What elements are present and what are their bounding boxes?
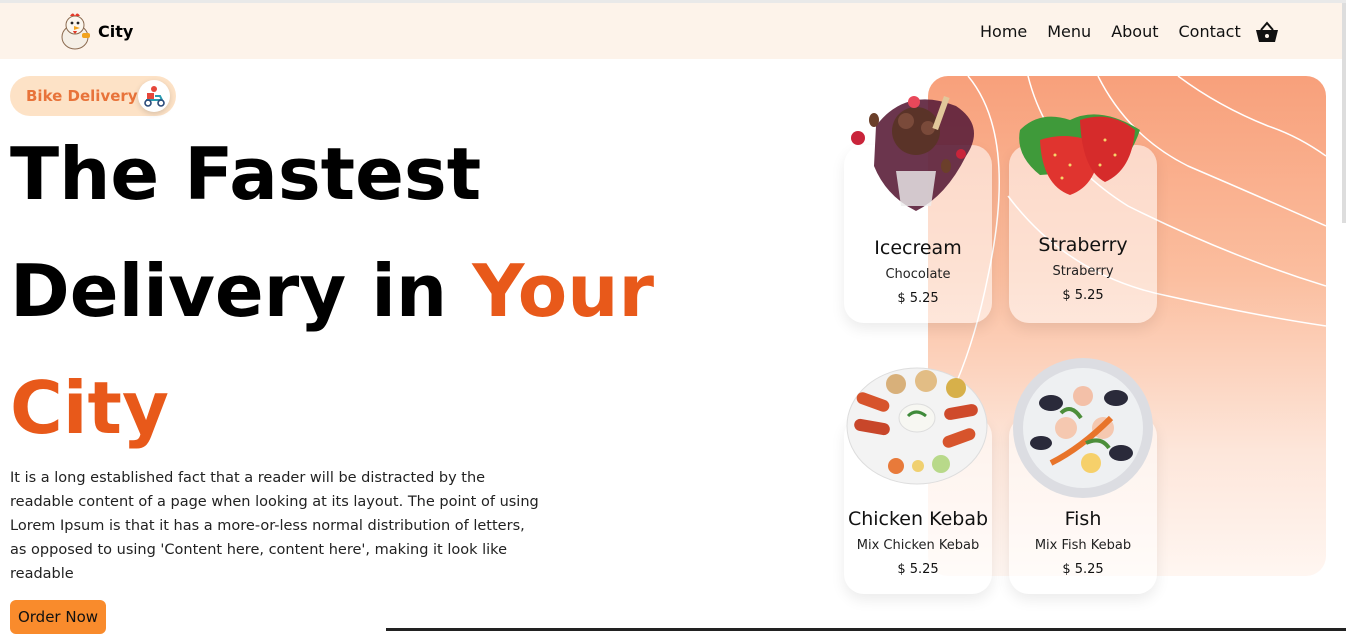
nav-about-link[interactable]: About [1111, 22, 1158, 41]
icecream-image [851, 95, 974, 211]
main-nav: Home Menu About Contact [980, 22, 1261, 41]
product-subtitle: Mix Fish Kebab [1034, 538, 1132, 553]
hero-description: It is a long established fact that a rea… [10, 470, 539, 582]
bike-delivery-badge: Bike Delivery [10, 76, 176, 116]
navbar: City Home Menu About Contact [0, 3, 1346, 59]
nav-home-link[interactable]: Home [980, 22, 1027, 41]
product-subtitle: Mix Chicken Kebab [856, 538, 980, 553]
product-subtitle: Straberry [1052, 264, 1114, 279]
brand-name[interactable]: City [98, 22, 133, 41]
product-price: $ 5.25 [897, 291, 939, 306]
delivery-scooter-icon [138, 80, 170, 112]
chicken-mascot-icon[interactable] [56, 11, 94, 51]
scrollbar[interactable] [1342, 3, 1346, 223]
hero-title-line-1: The Fastest [10, 132, 482, 216]
nav-contact-link[interactable]: Contact [1179, 22, 1241, 41]
product-name: Icecream [874, 237, 962, 259]
badge-label: Bike Delivery [26, 87, 138, 105]
product-subtitle: Chocolate [885, 267, 951, 282]
product-name: Chicken Kebab [847, 508, 989, 530]
product-name: Fish [1064, 508, 1102, 530]
hero-title-line-2: Delivery in Your [10, 255, 654, 327]
strawberry-image [1019, 114, 1140, 195]
product-price: $ 5.25 [1062, 562, 1104, 577]
product-name: Straberry [1038, 234, 1128, 256]
product-price: $ 5.25 [897, 562, 939, 577]
hero-title-accent: Your [472, 249, 654, 333]
chicken-kebab-image [846, 367, 988, 485]
hero-title-line-3: City [10, 366, 169, 450]
basket-icon[interactable] [1254, 21, 1280, 45]
hero-title-line-2-text: Delivery in [10, 249, 473, 333]
product-price: $ 5.25 [1062, 288, 1104, 303]
fish-platter-image [1013, 358, 1153, 498]
order-now-button[interactable]: Order Now [10, 600, 106, 634]
nav-menu-link[interactable]: Menu [1047, 22, 1091, 41]
